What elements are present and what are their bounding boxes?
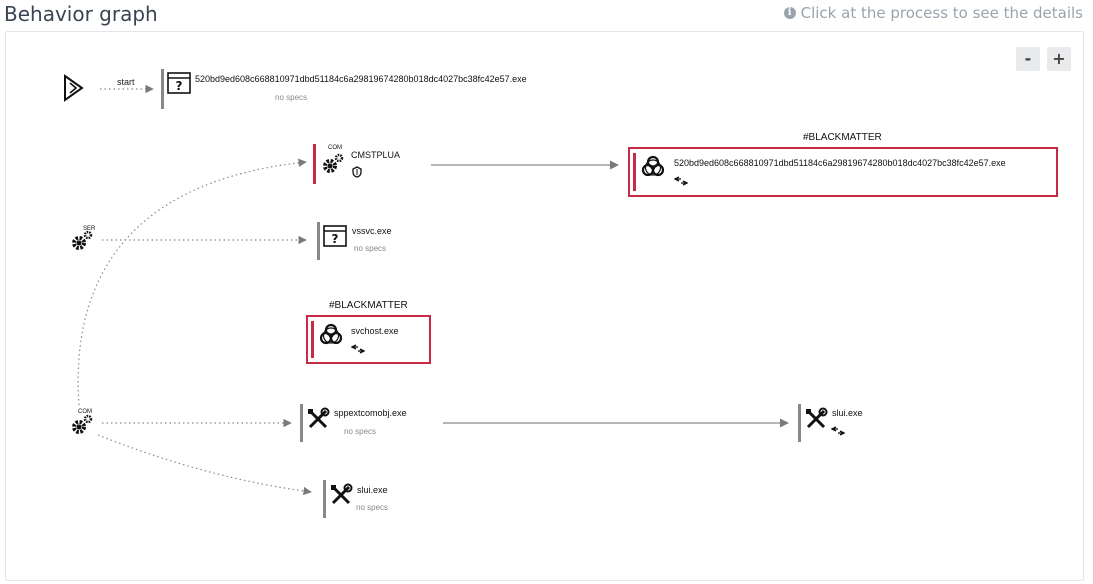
zoom-out-button[interactable]: -: [1016, 47, 1040, 71]
biohazard-icon: [319, 323, 343, 345]
gear-icon: [72, 414, 93, 434]
process-node-cmstplua[interactable]: COM CMSTPLUA: [313, 144, 433, 188]
process-status-bar: [798, 404, 801, 442]
zoom-in-button[interactable]: +: [1047, 47, 1071, 71]
process-specs: no specs: [354, 244, 387, 253]
unknown-app-icon: ?: [167, 72, 191, 94]
process-status-bar: [300, 404, 303, 442]
edge-com-cmstplua: [77, 158, 307, 406]
process-node-svchost[interactable]: svchost.exe: [306, 315, 431, 364]
process-node-vssvc[interactable]: ? vssvc.exe no specs: [317, 222, 437, 262]
svg-text:?: ?: [176, 79, 183, 93]
process-node-sppextcomobj[interactable]: sppextcomobj.exe no specs: [300, 404, 430, 444]
network-icon: [674, 176, 688, 186]
play-icon: [64, 74, 84, 102]
process-name: vssvc.exe: [352, 226, 392, 236]
biohazard-icon: [641, 155, 665, 177]
gear-icon: [72, 230, 93, 250]
svg-text:?: ?: [332, 232, 339, 246]
process-name: sppextcomobj.exe: [334, 408, 407, 418]
details-hint-text: Click at the process to see the details: [800, 4, 1083, 22]
process-status-bar: [317, 222, 320, 260]
process-node-root[interactable]: ? 520bd9ed608c668810971dbd51184c6a298196…: [161, 69, 581, 111]
tools-icon: [308, 407, 330, 429]
network-icon: [351, 344, 365, 354]
page-title: Behavior graph: [4, 2, 158, 26]
gear-icon: [323, 153, 344, 173]
tools-icon: [806, 407, 828, 429]
info-icon: i: [783, 7, 796, 19]
process-node-slui[interactable]: slui.exe no specs: [323, 480, 423, 520]
process-name: slui.exe: [832, 408, 863, 418]
process-specs: no specs: [356, 503, 389, 512]
process-name: slui.exe: [357, 485, 388, 495]
tools-icon: [331, 483, 353, 505]
process-name: 520bd9ed608c668810971dbd51184c6a29819674…: [195, 74, 527, 84]
malware-tag: #BLACKMATTER: [803, 132, 882, 143]
process-status-bar: [161, 69, 164, 109]
process-node-malicious-root[interactable]: 520bd9ed608c668810971dbd51184c6a29819674…: [628, 147, 1058, 197]
shield-icon: [352, 166, 362, 178]
process-name: CMSTPLUA: [351, 150, 401, 160]
process-status-bar: [633, 153, 636, 191]
process-status-bar: [311, 321, 314, 358]
network-icon: [831, 426, 845, 436]
process-status-bar: [323, 480, 326, 518]
details-hint: i Click at the process to see the detail…: [783, 4, 1083, 22]
process-specs: no specs: [275, 93, 308, 102]
process-node-slui-network[interactable]: slui.exe: [798, 404, 888, 444]
start-node[interactable]: [62, 74, 86, 102]
service-source-node[interactable]: SER: [70, 224, 100, 252]
process-name: svchost.exe: [351, 326, 399, 336]
start-edge-label: start: [117, 77, 135, 87]
com-badge: COM: [328, 145, 342, 151]
process-name: 520bd9ed608c668810971dbd51184c6a29819674…: [674, 158, 1006, 168]
behavior-graph-canvas[interactable]: - + start ? 520bd9ed608c668810971dbd5118…: [5, 31, 1084, 581]
process-specs: no specs: [344, 427, 377, 436]
malware-tag: #BLACKMATTER: [329, 300, 408, 311]
graph-edges: [77, 84, 789, 496]
com-source-node[interactable]: COM: [70, 407, 100, 437]
process-status-bar: [313, 144, 316, 184]
edge-com-slui: [97, 434, 312, 496]
unknown-app-icon: ?: [323, 225, 347, 247]
